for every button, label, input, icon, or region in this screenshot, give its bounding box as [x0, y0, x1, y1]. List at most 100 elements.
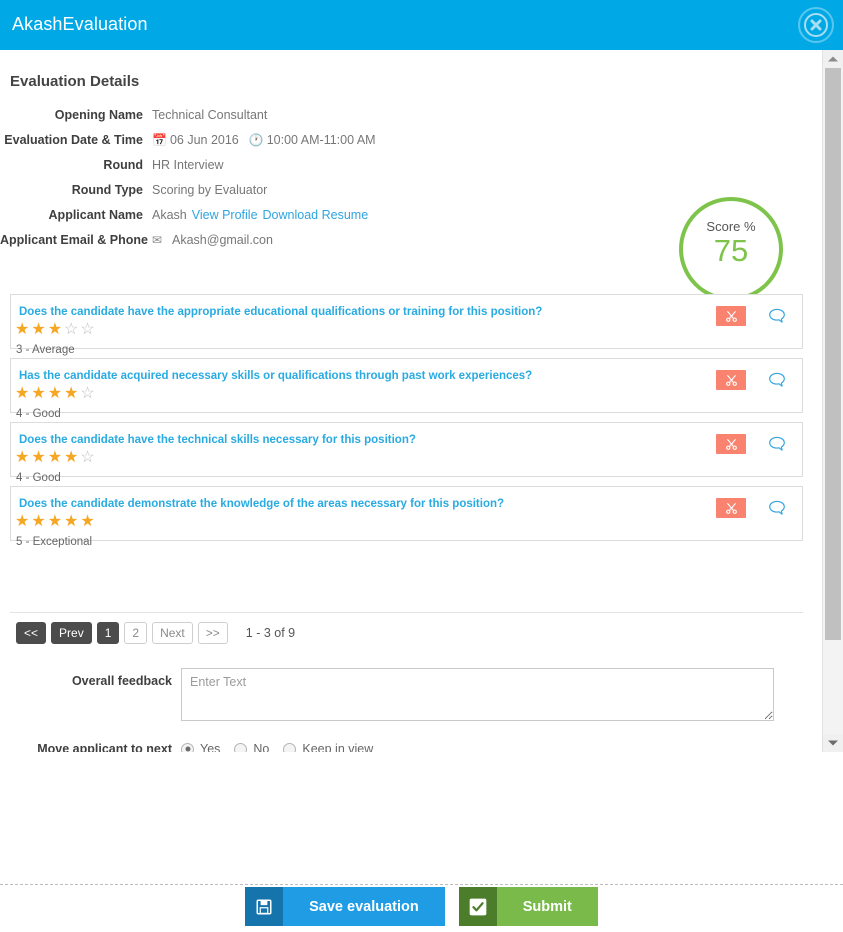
detail-label: Round Type: [71, 183, 143, 197]
star-5-icon[interactable]: ☆: [80, 321, 96, 338]
rating-label: 3 - Average: [16, 344, 75, 356]
submit-label: Submit: [496, 887, 598, 926]
radio-yes-icon[interactable]: [181, 742, 194, 752]
window-title: AkashEvaluation: [12, 14, 148, 34]
evaluation-time: 10:00 AM-11:00 AM: [266, 133, 376, 147]
pagination-first-button[interactable]: <<: [16, 622, 47, 644]
detail-value-round: HR Interview: [152, 158, 224, 172]
save-evaluation-button[interactable]: Save evaluation: [245, 887, 445, 926]
question-text: Does the candidate have the technical sk…: [19, 434, 416, 446]
radio-option-keep-in-view[interactable]: Keep in view: [283, 742, 373, 752]
star-2-icon[interactable]: ★: [31, 321, 47, 338]
applicant-name: Akash: [152, 208, 187, 222]
move-applicant-row: Move applicant to next Yes No Keep in vi…: [0, 742, 387, 752]
detail-row-applicant-name: Applicant Name Akash View Profile Download…: [0, 208, 560, 222]
comment-bubble-icon[interactable]: [760, 305, 794, 327]
question-card: Has the candidate acquired necessary ski…: [10, 358, 803, 420]
scissors-icon[interactable]: [716, 370, 746, 390]
footer-divider: [0, 884, 843, 885]
evaluation-date: 06 Jun 2016: [169, 133, 239, 147]
star-1-icon[interactable]: ★: [15, 321, 31, 338]
overall-feedback-input[interactable]: [181, 668, 774, 721]
question-card-list: Does the candidate have the appropriate …: [10, 294, 803, 550]
radio-no-icon[interactable]: [234, 742, 248, 752]
star-4-icon[interactable]: ★: [64, 513, 80, 530]
vertical-scrollbar[interactable]: [822, 50, 843, 752]
submit-button[interactable]: Submit: [458, 887, 598, 926]
detail-label: Applicant Name: [48, 208, 143, 222]
star-rating[interactable]: ★★★★☆: [15, 386, 97, 402]
star-3-icon[interactable]: ★: [48, 321, 64, 338]
scissors-icon[interactable]: [716, 306, 746, 326]
card-actions: [716, 305, 794, 327]
star-4-icon[interactable]: ★: [64, 385, 80, 402]
star-rating[interactable]: ★★★☆☆: [15, 322, 97, 338]
rating-label: 4 - Good: [16, 472, 61, 484]
radio-keep-in-view-icon[interactable]: [283, 742, 297, 752]
pagination-page-2[interactable]: 2: [124, 622, 148, 644]
close-x-glyph: [804, 13, 828, 37]
scissors-glyph: [725, 438, 737, 450]
star-4-icon[interactable]: ★: [64, 449, 80, 466]
scroll-up-icon[interactable]: [823, 50, 843, 68]
comment-bubble-icon[interactable]: [760, 433, 794, 455]
pagination-page-1[interactable]: 1: [96, 622, 120, 644]
star-2-icon[interactable]: ★: [31, 513, 47, 530]
applicant-email: Akash@gmail.con: [172, 233, 273, 247]
close-icon[interactable]: [798, 7, 834, 43]
star-1-icon[interactable]: ★: [15, 513, 31, 530]
view-profile-link[interactable]: View Profile: [192, 208, 258, 222]
radio-yes-label: Yes: [200, 742, 221, 752]
star-2-icon[interactable]: ★: [31, 385, 47, 402]
star-5-icon[interactable]: ★: [80, 513, 96, 530]
scrollbar-thumb[interactable]: [825, 68, 841, 640]
floppy-disk-icon: [245, 887, 284, 926]
comment-bubble-glyph: [769, 500, 785, 515]
star-rating[interactable]: ★★★★★: [15, 514, 97, 530]
comment-bubble-glyph: [769, 372, 785, 387]
star-rating[interactable]: ★★★★☆: [15, 450, 97, 466]
scroll-down-icon[interactable]: [823, 734, 843, 752]
star-5-icon[interactable]: ☆: [80, 449, 96, 466]
radio-option-yes[interactable]: Yes: [181, 742, 220, 752]
envelope-icon: ✉: [152, 233, 163, 247]
comment-bubble-glyph: [769, 308, 785, 323]
detail-value-evaluation-datetime: 📅 06 Jun 2016 🕐 10:00 AM-11:00 AM: [152, 133, 376, 147]
evaluation-details-list: Opening Name Technical Consultant Evalua…: [0, 108, 560, 258]
triangle-down-glyph: [828, 740, 838, 746]
question-text: Does the candidate demonstrate the knowl…: [19, 498, 505, 510]
page-title: Evaluation Details: [10, 73, 140, 90]
question-card: Does the candidate demonstrate the knowl…: [10, 486, 803, 548]
check-square-icon: [458, 887, 497, 926]
overall-feedback-row: Overall feedback: [0, 668, 774, 721]
radio-option-no[interactable]: No: [234, 742, 269, 752]
star-3-icon[interactable]: ★: [48, 513, 64, 530]
star-3-icon[interactable]: ★: [48, 385, 64, 402]
star-1-icon[interactable]: ★: [15, 449, 31, 466]
detail-value-round-type: Scoring by Evaluator: [152, 183, 268, 197]
scissors-icon[interactable]: [716, 498, 746, 518]
comment-bubble-icon[interactable]: [760, 369, 794, 391]
star-2-icon[interactable]: ★: [31, 449, 47, 466]
detail-label: Opening Name: [54, 108, 143, 122]
download-resume-link[interactable]: Download Resume: [263, 208, 369, 222]
question-text: Does the candidate have the appropriate …: [19, 306, 543, 318]
window-titlebar: AkashEvaluation: [0, 0, 843, 50]
star-4-icon[interactable]: ☆: [64, 321, 80, 338]
radio-keep-in-view-label: Keep in view: [302, 742, 374, 752]
clock-icon: 🕐: [248, 133, 264, 147]
comment-bubble-icon[interactable]: [760, 497, 794, 519]
pagination-info: 1 - 3 of 9: [245, 626, 296, 640]
pagination-last-button[interactable]: >>: [197, 622, 228, 644]
radio-no-label: No: [253, 742, 270, 752]
score-label: Score %: [706, 219, 756, 234]
star-1-icon[interactable]: ★: [15, 385, 31, 402]
detail-label: Round: [103, 158, 143, 172]
check-square-glyph: [469, 898, 487, 915]
star-5-icon[interactable]: ☆: [80, 385, 96, 402]
pagination-next-button[interactable]: Next: [152, 622, 193, 644]
star-3-icon[interactable]: ★: [48, 449, 64, 466]
detail-row-round-type: Round Type Scoring by Evaluator: [0, 183, 560, 197]
scissors-icon[interactable]: [716, 434, 746, 454]
pagination-prev-button[interactable]: Prev: [51, 622, 92, 644]
